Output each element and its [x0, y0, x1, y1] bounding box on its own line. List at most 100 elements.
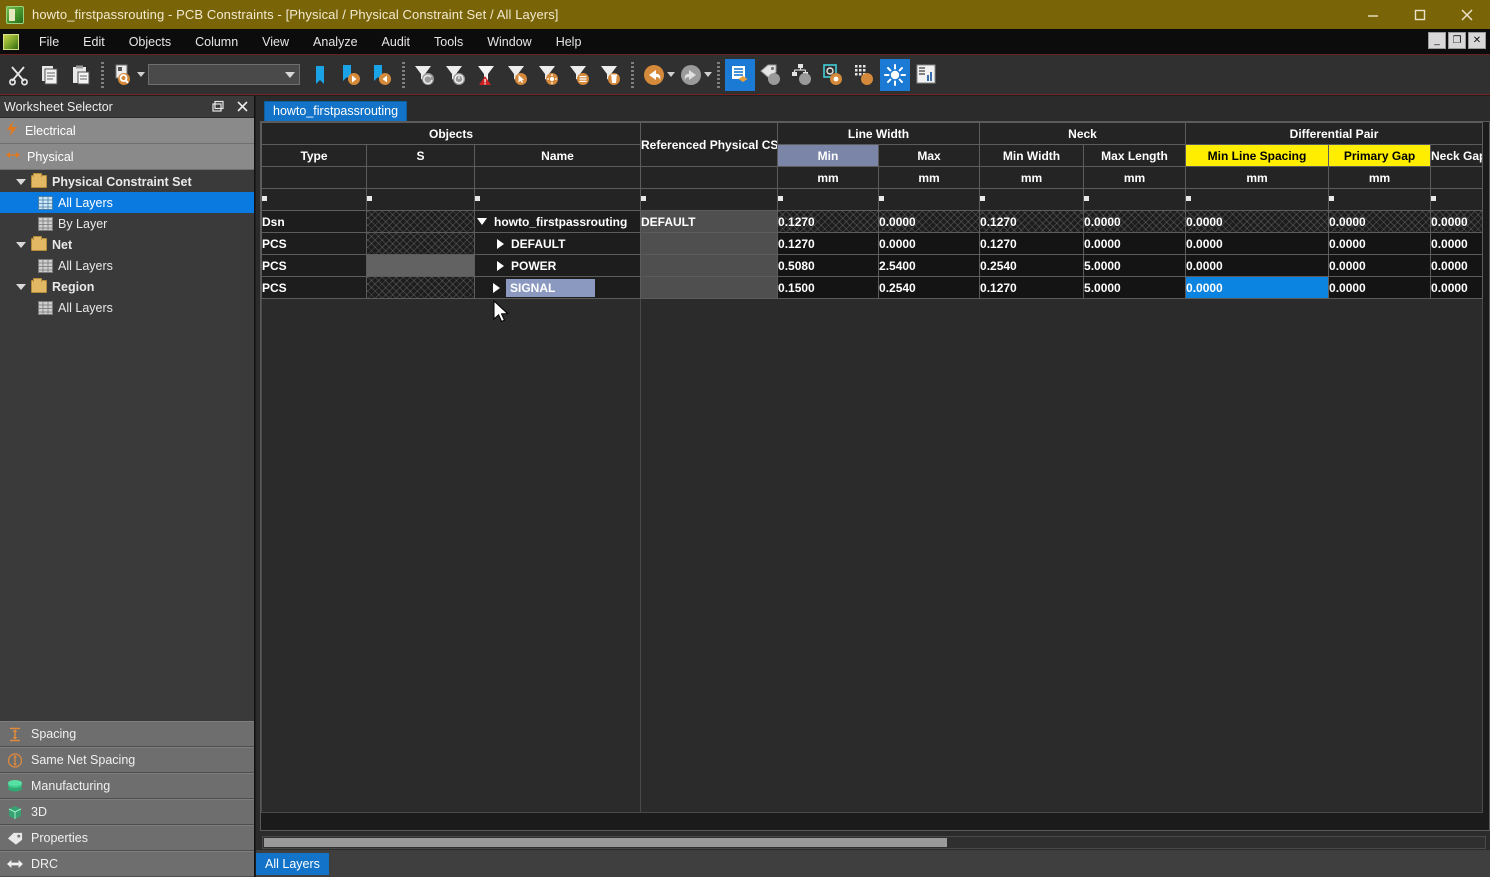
- bookmark-prev-icon[interactable]: [367, 59, 397, 91]
- cell-type[interactable]: PCS: [261, 254, 367, 277]
- filter-cell-line-width-min[interactable]: [777, 188, 880, 211]
- cell-primary-gap[interactable]: 0.0000: [1328, 232, 1432, 255]
- target-icon[interactable]: [818, 59, 848, 91]
- cell-referenced-physical-cset[interactable]: [640, 254, 779, 277]
- group-header-objects[interactable]: Objects: [261, 122, 642, 145]
- cell-neck-min-width[interactable]: 0.1270: [979, 232, 1085, 255]
- filter-clear-icon[interactable]: [410, 59, 440, 91]
- cell-s[interactable]: [366, 254, 475, 277]
- sidebar-item-same-net-spacing[interactable]: Same Net Spacing: [0, 747, 254, 773]
- constraints-grid[interactable]: Objects Referenced Physical CSet Line Wi…: [260, 121, 1490, 831]
- column-header-primary-gap[interactable]: Primary Gap: [1328, 144, 1432, 167]
- sheet-tab[interactable]: howto_firstpassrouting: [264, 101, 408, 121]
- maximize-button[interactable]: [1396, 0, 1443, 29]
- menu-edit[interactable]: Edit: [71, 32, 117, 52]
- column-header-neck-max-length[interactable]: Max Length: [1083, 144, 1187, 167]
- table-row[interactable]: PCS SIGNAL 0.1500 0.2540 0.1270 5.0000 0…: [261, 276, 1484, 299]
- menu-help[interactable]: Help: [544, 32, 594, 52]
- cell-referenced-physical-cset[interactable]: DEFAULT: [640, 210, 779, 233]
- filter-cell-ref-cset[interactable]: [640, 188, 779, 211]
- cell-neck-max-length[interactable]: 0.0000: [1083, 210, 1187, 233]
- group-header-neck[interactable]: Neck: [979, 122, 1187, 145]
- paste-icon[interactable]: [66, 59, 96, 91]
- chevron-down-icon[interactable]: [16, 283, 26, 290]
- chevron-down-icon[interactable]: [16, 241, 26, 248]
- cell-neck-max-length[interactable]: 5.0000: [1083, 254, 1187, 277]
- horizontal-scrollbar[interactable]: [262, 836, 1486, 849]
- search-combo[interactable]: [148, 64, 300, 85]
- scrollbar-thumb[interactable]: [264, 838, 947, 847]
- menu-file[interactable]: File: [27, 32, 71, 52]
- filter-cell-name[interactable]: [473, 188, 642, 211]
- copy-icon[interactable]: [35, 59, 65, 91]
- cell-type[interactable]: PCS: [261, 276, 367, 299]
- filter-cell-primary-gap[interactable]: [1328, 188, 1432, 211]
- undo-icon[interactable]: [639, 59, 669, 91]
- menu-audit[interactable]: Audit: [370, 32, 423, 52]
- cell-line-width-min[interactable]: 0.1270: [777, 210, 880, 233]
- cell-primary-gap[interactable]: 0.0000: [1328, 254, 1432, 277]
- tree-folder-region[interactable]: Region: [0, 276, 254, 297]
- cell-neck-gap[interactable]: 0.0000: [1430, 276, 1484, 299]
- cell-type[interactable]: Dsn: [261, 210, 367, 233]
- redo-icon[interactable]: [676, 59, 706, 91]
- sidebar-item-net-all-layers[interactable]: All Layers: [0, 255, 254, 276]
- cell-primary-gap[interactable]: 0.0000: [1328, 210, 1432, 233]
- cell-min-line-spacing[interactable]: 0.0000: [1185, 232, 1330, 255]
- expander-expand-icon[interactable]: [493, 282, 500, 293]
- cell-line-width-max[interactable]: 0.0000: [878, 232, 981, 255]
- cell-line-width-min[interactable]: 0.1270: [777, 232, 880, 255]
- cell-neck-max-length[interactable]: 0.0000: [1083, 232, 1187, 255]
- chevron-down-icon[interactable]: [16, 178, 26, 185]
- report-icon[interactable]: [911, 59, 941, 91]
- filter-delete-icon[interactable]: [596, 59, 626, 91]
- cell-s[interactable]: [366, 276, 475, 299]
- hierarchy-icon[interactable]: [787, 59, 817, 91]
- bookmark-next-icon[interactable]: [336, 59, 366, 91]
- cell-referenced-physical-cset[interactable]: [640, 276, 779, 299]
- column-header-referenced-physical-cset[interactable]: Referenced Physical CSet: [640, 122, 779, 167]
- filter-cell-line-width-max[interactable]: [878, 188, 981, 211]
- group-header-line-width[interactable]: Line Width: [777, 122, 981, 145]
- sidebar-item-manufacturing[interactable]: Manufacturing: [0, 773, 254, 799]
- cell-type[interactable]: PCS: [261, 232, 367, 255]
- menu-window[interactable]: Window: [475, 32, 543, 52]
- filter-history-icon[interactable]: [441, 59, 471, 91]
- column-header-neck-min-width[interactable]: Min Width: [979, 144, 1085, 167]
- undock-icon[interactable]: [210, 98, 226, 114]
- menu-analyze[interactable]: Analyze: [301, 32, 369, 52]
- mdi-minimize-button[interactable]: _: [1428, 32, 1446, 49]
- close-button[interactable]: [1443, 0, 1490, 29]
- sidebar-item-3d[interactable]: 3D: [0, 799, 254, 825]
- show-worksheet-icon[interactable]: [725, 58, 755, 91]
- sidebar-item-drc[interactable]: DRC: [0, 851, 254, 877]
- cell-neck-min-width[interactable]: 0.1270: [979, 210, 1085, 233]
- column-header-min-line-spacing[interactable]: Min Line Spacing: [1185, 144, 1330, 167]
- minimize-button[interactable]: [1349, 0, 1396, 29]
- expander-collapse-icon[interactable]: [477, 218, 487, 225]
- expander-expand-icon[interactable]: [497, 260, 504, 271]
- find-icon[interactable]: [109, 59, 139, 91]
- tree-folder-net[interactable]: Net: [0, 234, 254, 255]
- cell-neck-min-width[interactable]: 0.2540: [979, 254, 1085, 277]
- cell-line-width-max[interactable]: 2.5400: [878, 254, 981, 277]
- tag-icon[interactable]: [756, 59, 786, 91]
- matrix-icon[interactable]: [849, 59, 879, 91]
- cell-min-line-spacing[interactable]: 0.0000: [1185, 210, 1330, 233]
- cell-referenced-physical-cset[interactable]: [640, 232, 779, 255]
- sidebar-item-properties[interactable]: Properties: [0, 825, 254, 851]
- menu-view[interactable]: View: [250, 32, 301, 52]
- cell-line-width-max[interactable]: 0.0000: [878, 210, 981, 233]
- column-header-s[interactable]: S: [366, 144, 475, 167]
- cell-s[interactable]: [366, 210, 475, 233]
- menu-objects[interactable]: Objects: [117, 32, 183, 52]
- filter-cell-type[interactable]: [261, 188, 367, 211]
- group-header-differential-pair[interactable]: Differential Pair: [1185, 122, 1484, 145]
- filter-cell-min-line-spacing[interactable]: [1185, 188, 1330, 211]
- sidebar-item-spacing[interactable]: Spacing: [0, 721, 254, 747]
- brightness-icon[interactable]: [880, 58, 910, 91]
- mdi-close-button[interactable]: ✕: [1468, 32, 1486, 49]
- cell-neck-max-length[interactable]: 5.0000: [1083, 276, 1187, 299]
- sidebar-item-pcs-by-layer[interactable]: By Layer: [0, 213, 254, 234]
- filter-select-icon[interactable]: [503, 59, 533, 91]
